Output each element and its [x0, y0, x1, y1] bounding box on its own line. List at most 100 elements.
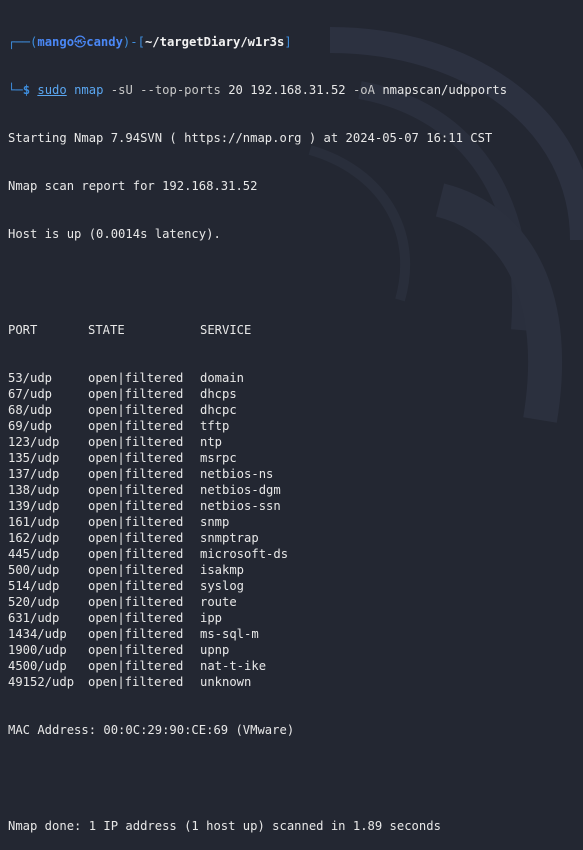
port-cell: 139/udp [8, 499, 60, 513]
port-cell: 123/udp [8, 435, 60, 449]
port-cell: 135/udp [8, 451, 60, 465]
port-cell: 53/udp [8, 371, 53, 385]
port-table: 53/udp open|filtered domain 67/udp open|filt… [8, 370, 578, 690]
header-service: SERVICE [200, 323, 252, 337]
service-cell: ms-sql-m [200, 627, 259, 641]
port-cell: 500/udp [8, 563, 60, 577]
state-cell: open|filtered [88, 595, 184, 609]
table-row: 500/udp open|filtered isakmp [8, 562, 578, 578]
option-oa: -oA [352, 83, 375, 97]
state-cell: open|filtered [88, 371, 184, 385]
state-cell: open|filtered [88, 419, 184, 433]
prompt-host: candy [86, 35, 123, 49]
table-row: 514/udp open|filtered syslog [8, 578, 578, 594]
state-cell: open|filtered [88, 563, 184, 577]
prompt-frame-bottom: └─ [8, 83, 23, 97]
table-row: 520/udp open|filtered route [8, 594, 578, 610]
port-cell: 520/udp [8, 595, 60, 609]
port-cell: 4500/udp [8, 659, 67, 673]
state-cell: open|filtered [88, 435, 184, 449]
argument-ip: 192.168.31.52 [250, 83, 346, 97]
skull-icon: ㉿ [74, 35, 87, 49]
prompt-symbol: $ [22, 83, 31, 97]
starting-line: Starting Nmap 7.94SVN ( https://nmap.org… [8, 131, 493, 145]
option-su: -sU [110, 83, 133, 97]
table-row: 69/udp open|filtered tftp [8, 418, 578, 434]
command-nmap: nmap [74, 83, 104, 97]
port-cell: 1434/udp [8, 627, 67, 641]
table-row: 445/udp open|filtered microsoft-ds [8, 546, 578, 562]
state-cell: open|filtered [88, 531, 184, 545]
service-cell: ipp [200, 611, 223, 625]
port-cell: 1900/udp [8, 643, 67, 657]
prompt-frame-top: ┌──( [8, 35, 38, 49]
port-cell: 445/udp [8, 547, 60, 561]
service-cell: tftp [200, 419, 230, 433]
service-cell: netbios-dgm [200, 483, 281, 497]
mac-address-line: MAC Address: 00:0C:29:90:CE:69 (VMware) [8, 723, 295, 737]
port-cell: 162/udp [8, 531, 60, 545]
port-cell: 49152/udp [8, 675, 75, 689]
table-row: 67/udp open|filtered dhcps [8, 386, 578, 402]
table-row: 162/udp open|filtered snmptrap [8, 530, 578, 546]
port-cell: 67/udp [8, 387, 53, 401]
terminal-output[interactable]: ┌──(mango㉿candy)-[~/targetDiary/w1r3s] └… [8, 2, 578, 850]
port-cell: 68/udp [8, 403, 53, 417]
port-cell: 138/udp [8, 483, 60, 497]
table-header: PORT STATE SERVICE [8, 322, 578, 338]
state-cell: open|filtered [88, 659, 184, 673]
service-cell: upnp [200, 643, 230, 657]
state-cell: open|filtered [88, 403, 184, 417]
service-cell: syslog [200, 579, 245, 593]
report-line: Nmap scan report for 192.168.31.52 [8, 179, 258, 193]
table-row: 4500/udp open|filtered nat-t-ike [8, 658, 578, 674]
state-cell: open|filtered [88, 627, 184, 641]
prompt-path: ~/targetDiary/w1r3s [144, 35, 285, 49]
prompt-line-top: ┌──(mango㉿candy)-[~/targetDiary/w1r3s] [8, 34, 578, 50]
header-port: PORT [8, 323, 38, 337]
state-cell: open|filtered [88, 483, 184, 497]
state-cell: open|filtered [88, 387, 184, 401]
table-row: 631/udp open|filtered ipp [8, 610, 578, 626]
table-row: 161/udp open|filtered snmp [8, 514, 578, 530]
state-cell: open|filtered [88, 515, 184, 529]
service-cell: snmp [200, 515, 230, 529]
service-cell: netbios-ns [200, 467, 274, 481]
table-row: 139/udp open|filtered netbios-ssn [8, 498, 578, 514]
port-cell: 161/udp [8, 515, 60, 529]
service-cell: unknown [200, 675, 252, 689]
command-sudo: sudo [37, 83, 67, 97]
state-cell: open|filtered [88, 579, 184, 593]
state-cell: open|filtered [88, 675, 184, 689]
done-line: Nmap done: 1 IP address (1 host up) scan… [8, 819, 441, 833]
port-cell: 631/udp [8, 611, 60, 625]
port-cell: 69/udp [8, 419, 53, 433]
table-row: 123/udp open|filtered ntp [8, 434, 578, 450]
service-cell: snmptrap [200, 531, 259, 545]
state-cell: open|filtered [88, 467, 184, 481]
header-state: STATE [88, 323, 125, 337]
service-cell: dhcpc [200, 403, 237, 417]
service-cell: route [200, 595, 237, 609]
service-cell: ntp [200, 435, 223, 449]
command-line[interactable]: └─$ sudo nmap -sU --top-ports 20 192.168… [8, 82, 578, 98]
state-cell: open|filtered [88, 547, 184, 561]
state-cell: open|filtered [88, 499, 184, 513]
prompt-user: mango [37, 35, 75, 49]
host-up-line: Host is up (0.0014s latency). [8, 227, 221, 241]
state-cell: open|filtered [88, 643, 184, 657]
prompt-frame-mid: )-[ [122, 35, 145, 49]
port-cell: 514/udp [8, 579, 60, 593]
state-cell: open|filtered [88, 611, 184, 625]
table-row: 68/udp open|filtered dhcpc [8, 402, 578, 418]
service-cell: isakmp [200, 563, 245, 577]
port-cell: 137/udp [8, 467, 60, 481]
prompt-frame-close: ] [284, 35, 292, 49]
table-row: 137/udp open|filtered netbios-ns [8, 466, 578, 482]
table-row: 1900/udp open|filtered upnp [8, 642, 578, 658]
table-row: 135/udp open|filtered msrpc [8, 450, 578, 466]
service-cell: dhcps [200, 387, 237, 401]
service-cell: domain [200, 371, 245, 385]
argument-output: nmapscan/udpports [382, 83, 508, 97]
